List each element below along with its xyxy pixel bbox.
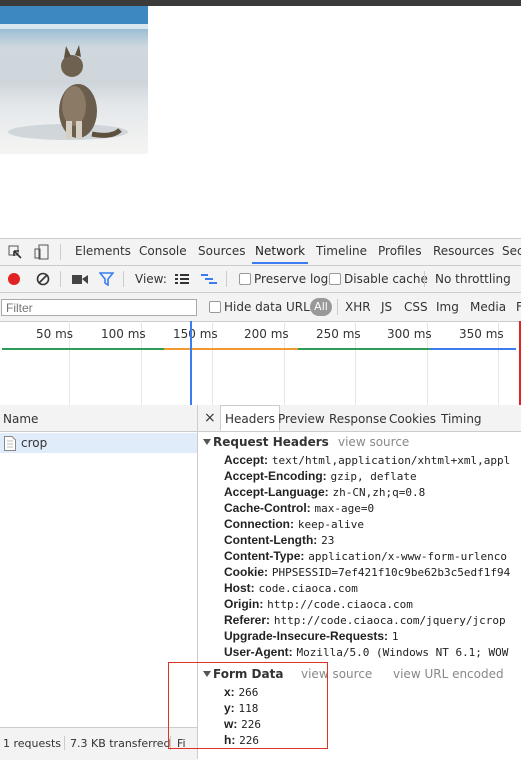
tab-response[interactable]: Response: [329, 412, 387, 426]
clear-icon[interactable]: [36, 272, 50, 289]
column-name[interactable]: Name: [3, 412, 38, 426]
tab-network[interactable]: Network: [251, 244, 309, 264]
header-row: Accept-Encoding: gzip, deflate: [224, 469, 417, 483]
header-row: Upgrade-Insecure-Requests: 1: [224, 629, 399, 643]
preserve-log-checkbox[interactable]: [239, 273, 251, 285]
inspect-element-icon[interactable]: [8, 245, 22, 262]
record-icon[interactable]: [8, 273, 20, 285]
tab-timing[interactable]: Timing: [441, 412, 482, 426]
tab-preview[interactable]: Preview: [278, 412, 325, 426]
filter-type-js[interactable]: JS: [381, 300, 392, 314]
header-row: User-Agent: Mozilla/5.0 (Windows NT 6.1;…: [224, 645, 509, 659]
header-row: Content-Length: 23: [224, 533, 335, 547]
request-count: 1 requests: [3, 737, 62, 750]
preserve-log-label[interactable]: Preserve log: [254, 272, 328, 286]
tab-console[interactable]: Console: [139, 244, 187, 258]
tab-timeline[interactable]: Timeline: [316, 244, 367, 258]
timeline-tick: 250 ms: [316, 327, 361, 341]
header-row: Host: code.ciaoca.com: [224, 581, 358, 595]
document-icon: [4, 436, 16, 454]
filter-icon[interactable]: [98, 272, 115, 289]
request-name[interactable]: crop: [21, 436, 47, 450]
timeline-tick: 300 ms: [387, 327, 432, 341]
header-row: Cookie: PHPSESSID=7ef421f10c9be62b3c5edf…: [224, 565, 511, 579]
header-row: Cache-Control: max-age=0: [224, 501, 375, 515]
tab-resources[interactable]: Resources: [433, 244, 494, 258]
separator: [60, 271, 61, 287]
filter-type-font[interactable]: F: [516, 300, 521, 314]
form-data-highlight-box: [168, 662, 328, 749]
hide-data-urls-label[interactable]: Hide data URLs: [224, 300, 316, 314]
hide-data-urls-checkbox[interactable]: [209, 301, 221, 313]
tab-headers[interactable]: Headers: [220, 405, 280, 431]
header-row: Accept-Language: zh-CN,zh;q=0.8: [224, 485, 426, 499]
transferred-size: 7.3 KB transferred: [70, 737, 171, 750]
devtools-tab-bar: Elements Console Sources Network Timelin…: [0, 239, 521, 266]
disable-cache-label[interactable]: Disable cache: [344, 272, 428, 286]
header-row: Referer: http://code.ciaoca.com/jquery/j…: [224, 613, 506, 627]
separator: [123, 271, 124, 287]
waterfall-bar-waiting: [164, 348, 298, 350]
tab-cookies[interactable]: Cookies: [389, 412, 436, 426]
tab-profiles[interactable]: Profiles: [378, 244, 422, 258]
header-row: Content-Type: application/x-www-form-url…: [224, 549, 507, 563]
tab-security[interactable]: Sec: [502, 244, 521, 258]
domcontentloaded-marker: [190, 321, 192, 405]
header-row: Connection: keep-alive: [224, 517, 365, 531]
timeline-tick: 50 ms: [36, 327, 74, 341]
separator: [424, 271, 425, 287]
capture-screenshots-icon[interactable]: [72, 274, 88, 288]
filter-type-img[interactable]: Img: [436, 300, 459, 314]
timeline-tick: 350 ms: [459, 327, 504, 341]
timeline-tick: 100 ms: [101, 327, 146, 341]
filter-bar: Hide data URLs All XHR JS CSS Img Media …: [0, 293, 521, 322]
view-label: View:: [135, 272, 167, 286]
request-list-header: Name: [0, 405, 197, 432]
timeline-tick: 200 ms: [244, 327, 289, 341]
waterfall-bar-receive: [298, 348, 430, 350]
header-row: Origin: http://code.ciaoca.com: [224, 597, 413, 611]
filter-type-media[interactable]: Media: [470, 300, 506, 314]
header-row: Accept: text/html,application/xhtml+xml,…: [224, 453, 511, 467]
filter-input[interactable]: [1, 299, 197, 316]
waterfall-bar-connect: [2, 348, 164, 350]
request-row[interactable]: crop: [0, 433, 197, 453]
close-icon[interactable]: ×: [204, 410, 216, 426]
tab-elements[interactable]: Elements: [75, 244, 131, 258]
view-url-encoded-link[interactable]: view URL encoded: [393, 667, 504, 681]
cat-image: [0, 6, 148, 154]
throttling-select[interactable]: No throttling: [435, 272, 511, 286]
expand-triangle-icon[interactable]: [203, 439, 211, 445]
tab-sources[interactable]: Sources: [198, 244, 245, 258]
cat-figure: [59, 45, 122, 139]
overview-waterfall-icon[interactable]: [201, 273, 217, 288]
disable-cache-checkbox[interactable]: [329, 273, 341, 285]
separator: [64, 736, 65, 750]
large-rows-icon[interactable]: [175, 273, 189, 288]
request-headers-title[interactable]: Request Headers: [213, 435, 329, 449]
filter-type-xhr[interactable]: XHR: [345, 300, 371, 314]
timeline-tick: 150 ms: [173, 327, 218, 341]
filter-type-css[interactable]: CSS: [404, 300, 428, 314]
timeline-overview[interactable]: 50 ms 100 ms 150 ms 200 ms 250 ms 300 ms…: [0, 321, 521, 406]
separator: [60, 244, 61, 260]
filter-type-all[interactable]: All: [310, 298, 332, 316]
network-toolbar: View: Preserve log Disable cache No thro…: [0, 266, 521, 293]
separator: [337, 299, 338, 315]
waterfall-bar-download: [430, 348, 516, 350]
device-mode-icon[interactable]: [34, 244, 50, 263]
detail-tab-bar: × Headers Preview Response Cookies Timin…: [198, 405, 521, 432]
view-source-link[interactable]: view source: [338, 435, 409, 449]
separator: [226, 271, 227, 287]
